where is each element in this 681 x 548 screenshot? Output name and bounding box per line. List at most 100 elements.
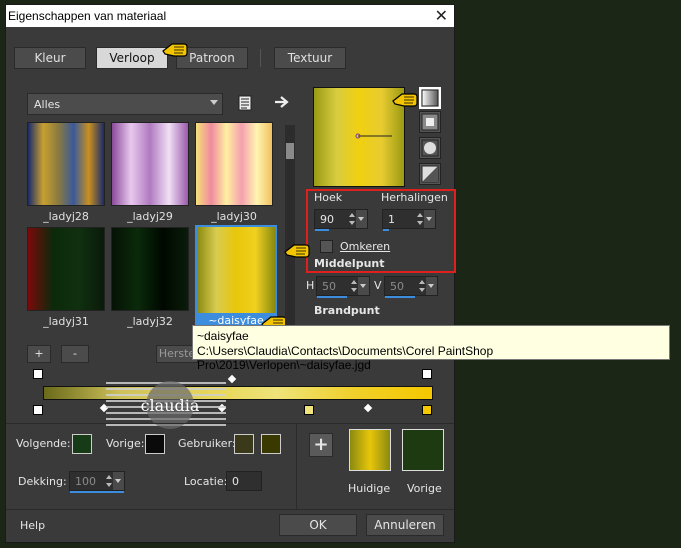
prev-color-box[interactable] xyxy=(145,434,165,454)
invert-label: Omkeren xyxy=(340,240,391,253)
h-label: H xyxy=(306,279,315,292)
center-h-value: 50 xyxy=(322,280,336,293)
chevron-down-icon xyxy=(428,284,434,288)
gradient-label-ladyj29: _ladyj29 xyxy=(127,210,173,223)
sunburst-gradient-icon xyxy=(421,165,439,183)
footer-divider xyxy=(6,509,454,510)
scrollbar-thumb[interactable] xyxy=(286,143,294,159)
previous-material-swatch[interactable] xyxy=(402,429,444,471)
spin-up-icon[interactable] xyxy=(417,213,423,217)
current-material-swatch[interactable] xyxy=(349,429,391,471)
next-color-box[interactable] xyxy=(72,434,92,454)
angle-value: 90 xyxy=(320,213,334,226)
arrow-right-icon[interactable] xyxy=(274,95,290,109)
radial-gradient-icon xyxy=(421,139,439,157)
svg-text:claudia: claudia xyxy=(141,396,200,415)
section-divider xyxy=(6,423,454,424)
spin-down-icon[interactable] xyxy=(351,288,357,292)
angle-label: Hoek xyxy=(314,191,343,204)
ok-button[interactable]: OK xyxy=(279,514,357,536)
gradient-swatch-ladyj28[interactable] xyxy=(27,122,105,206)
angle-slider-bar[interactable] xyxy=(315,229,329,231)
window-title: Eigenschappen van materiaal xyxy=(8,9,167,23)
gradient-swatch-daisyfae[interactable] xyxy=(195,225,277,315)
help-button[interactable]: Help xyxy=(20,519,45,532)
spin-down-icon[interactable] xyxy=(417,221,423,225)
gradient-label-ladyj32: _ladyj32 xyxy=(127,315,173,328)
spin-down-icon[interactable] xyxy=(349,221,355,225)
gradient-library-icon[interactable] xyxy=(238,95,252,111)
location-label: Locatie: xyxy=(184,475,228,488)
repeats-slider-bar[interactable] xyxy=(383,229,389,231)
center-v-value: 50 xyxy=(390,280,404,293)
pointing-hand-icon xyxy=(162,43,188,57)
opacity-midpoint[interactable] xyxy=(227,374,237,384)
gradient-swatch-ladyj32[interactable] xyxy=(111,227,189,311)
opacity-dropdown[interactable] xyxy=(113,472,124,490)
tooltip-name: ~daisyfae xyxy=(197,329,249,343)
sunburst-style-button[interactable] xyxy=(419,163,441,185)
rectangular-style-button[interactable] xyxy=(419,111,441,133)
prev-label: Vorige: xyxy=(106,437,145,450)
angle-dropdown[interactable] xyxy=(356,210,367,228)
gradient-swatch-ladyj29[interactable] xyxy=(111,122,189,206)
center-v-slider-bar[interactable] xyxy=(385,296,415,298)
center-h-slider-bar[interactable] xyxy=(317,296,347,298)
color-stop-2[interactable] xyxy=(304,405,314,415)
close-icon[interactable]: ✕ xyxy=(435,6,448,25)
color-stop-3[interactable] xyxy=(422,405,432,415)
remove-stop-button[interactable]: - xyxy=(61,345,89,363)
next-label: Volgende: xyxy=(16,437,71,450)
user-label: Gebruiker: xyxy=(178,437,236,450)
category-value: Alles xyxy=(34,98,61,111)
invert-checkbox[interactable] xyxy=(320,240,333,253)
tab-verloop[interactable]: Verloop xyxy=(96,47,168,69)
spin-up-icon[interactable] xyxy=(349,213,355,217)
repeats-input[interactable]: 1 xyxy=(382,209,436,231)
spin-up-icon[interactable] xyxy=(106,475,112,479)
cancel-button[interactable]: Annuleren xyxy=(366,514,444,536)
user-color-box-1[interactable] xyxy=(234,434,254,454)
current-label: Huidige xyxy=(348,482,391,495)
center-h-dropdown[interactable] xyxy=(358,277,369,295)
tab-kleur[interactable]: Kleur xyxy=(14,47,86,69)
spin-down-icon[interactable] xyxy=(419,288,425,292)
pointing-hand-icon xyxy=(392,93,418,107)
linear-gradient-icon xyxy=(421,89,439,107)
opacity-stop-start[interactable] xyxy=(33,369,43,379)
color-stop-1[interactable] xyxy=(33,405,43,415)
rectangular-gradient-icon xyxy=(421,113,439,131)
center-h-input[interactable]: 50 xyxy=(316,276,370,298)
pointing-hand-icon xyxy=(284,244,310,258)
add-swatch-button[interactable]: + xyxy=(309,433,333,457)
gradient-swatch-ladyj30[interactable] xyxy=(195,122,273,206)
color-midpoint-3[interactable] xyxy=(363,403,373,413)
spin-up-icon[interactable] xyxy=(351,280,357,284)
linear-style-button[interactable] xyxy=(419,87,441,109)
spin-up-icon[interactable] xyxy=(419,280,425,284)
title-bar: Eigenschappen van materiaal ✕ xyxy=(6,5,454,27)
center-v-dropdown[interactable] xyxy=(426,277,437,295)
radial-style-button[interactable] xyxy=(419,137,441,159)
category-dropdown[interactable]: Alles xyxy=(27,93,223,115)
gradient-label-ladyj31: _ladyj31 xyxy=(43,315,89,328)
angle-input[interactable]: 90 xyxy=(314,209,368,231)
gradient-label-ladyj28: _ladyj28 xyxy=(43,210,89,223)
chevron-down-icon xyxy=(358,217,364,221)
gradient-list-scrollbar[interactable] xyxy=(285,125,295,335)
center-label: Middelpunt xyxy=(314,257,385,270)
angle-handle-icon[interactable] xyxy=(314,88,402,184)
tab-textuur[interactable]: Textuur xyxy=(274,47,346,69)
location-input[interactable]: 0 xyxy=(226,471,262,491)
opacity-input[interactable]: 100 xyxy=(69,471,125,493)
spin-down-icon[interactable] xyxy=(106,483,112,487)
opacity-slider-bar[interactable] xyxy=(70,491,124,493)
center-v-input[interactable]: 50 xyxy=(384,276,438,298)
gradient-editor-bar[interactable] xyxy=(43,386,433,400)
gradient-swatch-ladyj31[interactable] xyxy=(27,227,105,311)
user-color-box-2[interactable] xyxy=(261,434,281,454)
previous-label: Vorige xyxy=(407,482,442,495)
add-stop-button[interactable]: + xyxy=(27,345,51,363)
repeats-value: 1 xyxy=(388,213,395,226)
repeats-dropdown[interactable] xyxy=(424,210,435,228)
